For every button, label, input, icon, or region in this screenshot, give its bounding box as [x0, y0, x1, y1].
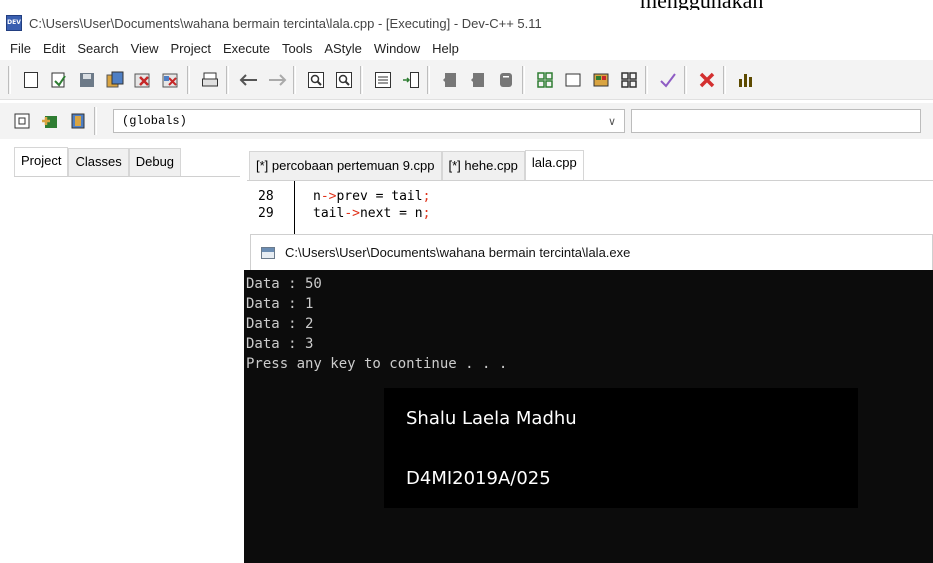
toolbar-separator: [94, 107, 97, 135]
menu-bar: File Edit Search View Project Execute To…: [0, 37, 933, 59]
app-icon-text: DEV: [7, 19, 21, 26]
menu-astyle[interactable]: AStyle: [318, 41, 368, 56]
main-toolbar: [0, 60, 933, 100]
code-token: tail: [313, 206, 345, 221]
editor-tabs: [*] percobaan pertemuan 9.cpp [*] hehe.c…: [249, 148, 584, 180]
chevron-down-icon: ∨: [607, 115, 616, 128]
tab-lala[interactable]: lala.cpp: [524, 150, 584, 180]
console-title: C:\Users\User\Documents\wahana bermain t…: [285, 245, 631, 260]
print-icon[interactable]: [199, 69, 221, 91]
save-icon[interactable]: [76, 69, 98, 91]
toolbar-separator: [684, 65, 687, 94]
code-operator: ;: [422, 189, 431, 204]
console-line: Press any key to continue . . .: [246, 356, 508, 372]
menu-window[interactable]: Window: [368, 41, 426, 56]
class-toolbar: (globals) ∨: [0, 103, 933, 139]
devcpp-app-icon: DEV: [6, 15, 22, 31]
toolbar-separator: [226, 65, 229, 94]
caption-student-id: D4MI2019A/025: [406, 468, 551, 489]
console-line: Data : 3: [246, 336, 314, 352]
left-panel-tabs: Project Classes Debug: [14, 147, 182, 176]
tab-debug[interactable]: Debug: [128, 148, 182, 176]
compile-run-icon[interactable]: [590, 69, 612, 91]
menu-edit[interactable]: Edit: [37, 41, 71, 56]
window-title: C:\Users\User\Documents\wahana bermain t…: [29, 15, 542, 31]
open-file-icon[interactable]: [48, 69, 70, 91]
save-all-icon[interactable]: [104, 69, 126, 91]
remove-from-project-icon[interactable]: [66, 109, 90, 133]
add-to-project-icon[interactable]: [38, 109, 62, 133]
syntax-check-icon[interactable]: [657, 69, 679, 91]
code-text: n->prev = tail;: [293, 189, 430, 206]
globals-dropdown[interactable]: (globals) ∨: [113, 109, 625, 133]
console-line: Data : 2: [246, 316, 314, 332]
bookmark-goto-icon[interactable]: [495, 69, 517, 91]
replace-icon[interactable]: [333, 69, 355, 91]
code-line: 28 n->prev = tail;: [247, 189, 430, 206]
console-window-icon: [261, 246, 275, 259]
identity-caption-box: Shalu Laela Madhu D4MI2019A/025: [384, 388, 858, 508]
project-browser-panel: [14, 176, 240, 563]
console-line: Data : 1: [246, 296, 314, 312]
profile-chart-icon[interactable]: [735, 69, 757, 91]
menu-help[interactable]: Help: [426, 41, 465, 56]
toolbar-separator: [427, 65, 430, 94]
new-file-icon[interactable]: [20, 69, 42, 91]
tab-percobaan-pertemuan-9[interactable]: [*] percobaan pertemuan 9.cpp: [249, 151, 442, 180]
undo-icon[interactable]: [238, 69, 260, 91]
menu-file[interactable]: File: [4, 41, 37, 56]
close-all-icon[interactable]: [160, 69, 182, 91]
caption-name: Shalu Laela Madhu: [406, 408, 577, 429]
code-operator: ->: [320, 189, 337, 204]
tab-project[interactable]: Project: [14, 147, 69, 176]
code-token: prev = tail: [336, 189, 423, 204]
code-token: n: [313, 189, 321, 204]
globals-dropdown-value: (globals): [122, 114, 187, 128]
code-text: tail->next = n;: [293, 206, 430, 223]
title-bar: DEV C:\Users\User\Documents\wahana berma…: [0, 10, 933, 36]
toolbar-separator: [723, 65, 726, 94]
toolbar-grip[interactable]: [8, 65, 11, 94]
bookmark-next-icon[interactable]: [467, 69, 489, 91]
toolbar-separator: [293, 65, 296, 94]
function-dropdown[interactable]: [631, 109, 921, 133]
stop-execution-icon[interactable]: [696, 69, 718, 91]
code-line: 29 tail->next = n;: [247, 206, 430, 223]
insert-icon[interactable]: [10, 109, 34, 133]
menu-tools[interactable]: Tools: [276, 41, 318, 56]
toolbar-separator: [187, 65, 190, 94]
compile-icon[interactable]: [534, 69, 556, 91]
line-number: 28: [247, 189, 293, 206]
toolbar-separator: [645, 65, 648, 94]
bookmark-toggle-icon[interactable]: [439, 69, 461, 91]
tab-classes[interactable]: Classes: [68, 148, 129, 176]
console-title-bar[interactable]: C:\Users\User\Documents\wahana bermain t…: [250, 234, 933, 270]
toolbar-separator: [360, 65, 363, 94]
close-file-icon[interactable]: [132, 69, 154, 91]
find-icon[interactable]: [305, 69, 327, 91]
menu-execute[interactable]: Execute: [217, 41, 276, 56]
menu-search[interactable]: Search: [71, 41, 124, 56]
code-operator: ->: [344, 206, 360, 221]
rebuild-icon[interactable]: [618, 69, 640, 91]
code-operator: ;: [422, 206, 431, 221]
line-number: 29: [247, 206, 293, 223]
menu-view[interactable]: View: [125, 41, 165, 56]
redo-icon[interactable]: [266, 69, 288, 91]
unindent-icon[interactable]: [400, 69, 422, 91]
indent-icon[interactable]: [372, 69, 394, 91]
run-icon[interactable]: [562, 69, 584, 91]
console-line: Data : 50: [246, 276, 322, 292]
menu-project[interactable]: Project: [165, 41, 217, 56]
tab-hehe[interactable]: [*] hehe.cpp: [441, 151, 525, 180]
gutter-separator: [294, 181, 295, 235]
code-token: next = n: [359, 206, 423, 221]
toolbar-separator: [522, 65, 525, 94]
